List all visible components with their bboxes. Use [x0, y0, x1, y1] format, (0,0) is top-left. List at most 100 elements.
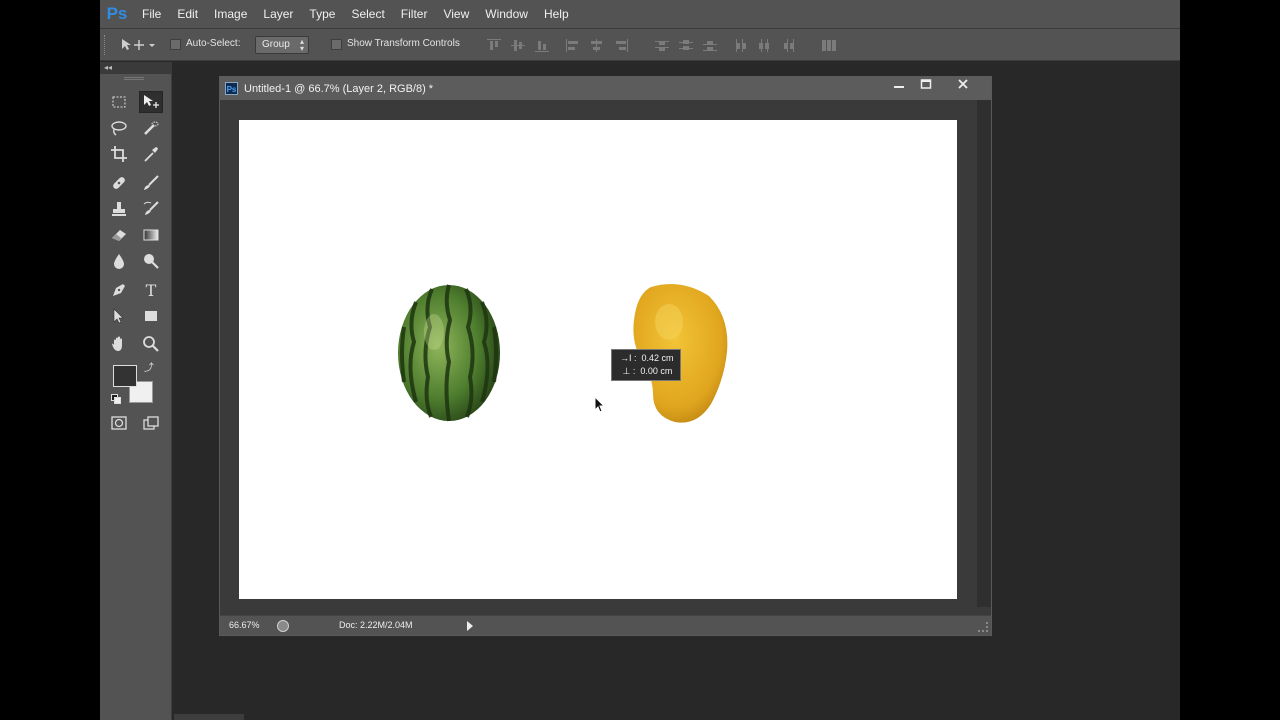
menu-layer[interactable]: Layer [255, 7, 301, 21]
toolbar-collapse-button[interactable]: ◂◂ [100, 62, 172, 74]
align-vertical-centers-icon[interactable] [511, 39, 525, 52]
menu-help[interactable]: Help [536, 7, 577, 21]
tools-panel-grip[interactable] [124, 77, 144, 80]
hand-icon [112, 336, 122, 351]
move-tool-preset-icon [122, 39, 155, 50]
tool-preset-picker[interactable] [120, 36, 158, 54]
path-selection-icon [113, 308, 124, 324]
gradient-icon [143, 229, 159, 241]
maximize-button[interactable] [912, 77, 940, 99]
document-status-bar: 66.67% Doc: 2.22M/2.04M [220, 615, 991, 635]
document-titlebar[interactable]: Ps Untitled-1 @ 66.7% (Layer 2, RGB/8) * [220, 77, 991, 100]
vertical-offset-value: 0.00 cm [640, 366, 673, 376]
auto-select-target-dropdown[interactable]: Group ▴ ▾ [255, 36, 309, 54]
eraser-tool[interactable] [107, 224, 131, 246]
align-horizontal-centers-icon[interactable] [590, 39, 604, 52]
hand-tool[interactable] [107, 333, 131, 355]
default-colors-icon[interactable] [111, 394, 121, 404]
lasso-icon [111, 121, 127, 136]
options-bar-grip[interactable] [104, 35, 106, 55]
photoshop-logo: Ps [106, 4, 128, 23]
menu-filter[interactable]: Filter [393, 7, 436, 21]
rectangular-marquee-tool[interactable] [107, 91, 131, 113]
eyedropper-tool[interactable] [139, 143, 163, 165]
menu-image[interactable]: Image [206, 7, 255, 21]
auto-align-layers-icon[interactable] [822, 39, 836, 52]
path-selection-tool[interactable] [107, 305, 131, 327]
distribute-horizontal-centers-icon[interactable] [758, 39, 772, 52]
brush-icon [144, 175, 159, 190]
clone-stamp-tool[interactable] [107, 198, 131, 220]
foreground-color-swatch[interactable] [113, 365, 137, 387]
align-bottom-edges-icon[interactable] [535, 39, 549, 52]
menu-file[interactable]: File [134, 7, 169, 21]
align-top-edges-icon[interactable] [487, 39, 501, 52]
menu-bar: Ps File Edit Image Layer Type Select Fil… [100, 0, 1180, 28]
window-resize-grip[interactable] [978, 622, 988, 632]
type-tool[interactable]: T [139, 279, 163, 301]
bandage-icon [113, 177, 125, 189]
spot-healing-tool[interactable] [107, 172, 131, 194]
menu-type[interactable]: Type [301, 7, 343, 21]
history-brush-tool[interactable] [139, 198, 163, 220]
status-menu-arrow-icon[interactable] [467, 621, 473, 631]
zoom-icon [143, 336, 159, 352]
lasso-tool[interactable] [107, 117, 131, 139]
quick-mask-icon [111, 416, 127, 430]
photoshop-window: Ps File Edit Image Layer Type Select Fil… [100, 0, 1180, 720]
document-size-info: Doc: 2.22M/2.04M [339, 620, 413, 630]
menu-edit[interactable]: Edit [169, 7, 206, 21]
menu-window[interactable]: Window [477, 7, 536, 21]
menu-select[interactable]: Select [343, 7, 392, 21]
document-ps-icon: Ps [225, 82, 238, 95]
align-right-edges-icon[interactable] [614, 39, 628, 52]
screen-mode-icon [143, 416, 159, 430]
swap-colors-icon[interactable]: ⤴ [144, 359, 154, 374]
blur-tool[interactable] [107, 250, 131, 272]
distribute-right-edges-icon[interactable] [782, 39, 796, 52]
watermelon-layer[interactable] [394, 282, 506, 424]
drop-icon [114, 254, 124, 269]
close-icon [958, 79, 968, 89]
eraser-icon [112, 230, 126, 241]
crop-tool[interactable] [107, 143, 131, 165]
auto-select-target-value: Group [262, 39, 290, 50]
brush-tool[interactable] [139, 172, 163, 194]
distribute-vertical-centers-icon[interactable] [679, 39, 693, 52]
distribute-left-edges-icon[interactable] [734, 39, 748, 52]
gradient-tool[interactable] [139, 224, 163, 246]
close-button[interactable] [949, 77, 977, 99]
show-transform-controls-checkbox[interactable] [331, 39, 342, 50]
tools-panel: T ⤴ [100, 74, 172, 720]
minimize-button[interactable] [885, 77, 913, 99]
move-tool[interactable] [139, 91, 163, 113]
quick-selection-tool[interactable] [139, 117, 163, 139]
distribute-top-edges-icon[interactable] [655, 39, 669, 52]
distribute-bottom-edges-icon[interactable] [703, 39, 717, 52]
screen-mode-button[interactable] [139, 412, 163, 434]
document-scroll-area[interactable] [977, 100, 991, 607]
crop-icon [111, 146, 127, 162]
menu-view[interactable]: View [435, 7, 477, 21]
rectangle-tool[interactable] [139, 305, 163, 327]
dodge-tool[interactable] [139, 250, 163, 272]
zoom-level-field[interactable]: 66.67% [229, 620, 260, 630]
document-canvas[interactable]: →I : 0.42 cm ⊥ : 0.00 cm [239, 120, 957, 599]
quick-mask-button[interactable] [107, 412, 131, 434]
vertical-offset-row: ⊥ : 0.00 cm [620, 366, 673, 376]
rectangle-icon [145, 311, 157, 321]
horizontal-offset-row: →I : 0.42 cm [620, 353, 674, 363]
quick-selection-icon [144, 121, 159, 135]
auto-select-label: Auto-Select: [186, 38, 241, 49]
horizontal-offset-value: 0.42 cm [641, 353, 674, 363]
document-title: Untitled-1 @ 66.7% (Layer 2, RGB/8) * [244, 82, 434, 95]
maximize-icon [920, 79, 932, 89]
status-info-icon[interactable] [277, 620, 289, 632]
pen-tool[interactable] [107, 279, 131, 301]
mouse-cursor-icon [594, 396, 606, 413]
pen-icon [113, 284, 125, 296]
align-left-edges-icon[interactable] [566, 39, 580, 52]
auto-select-checkbox[interactable] [170, 39, 181, 50]
stamp-icon [112, 202, 126, 216]
zoom-tool[interactable] [139, 333, 163, 355]
